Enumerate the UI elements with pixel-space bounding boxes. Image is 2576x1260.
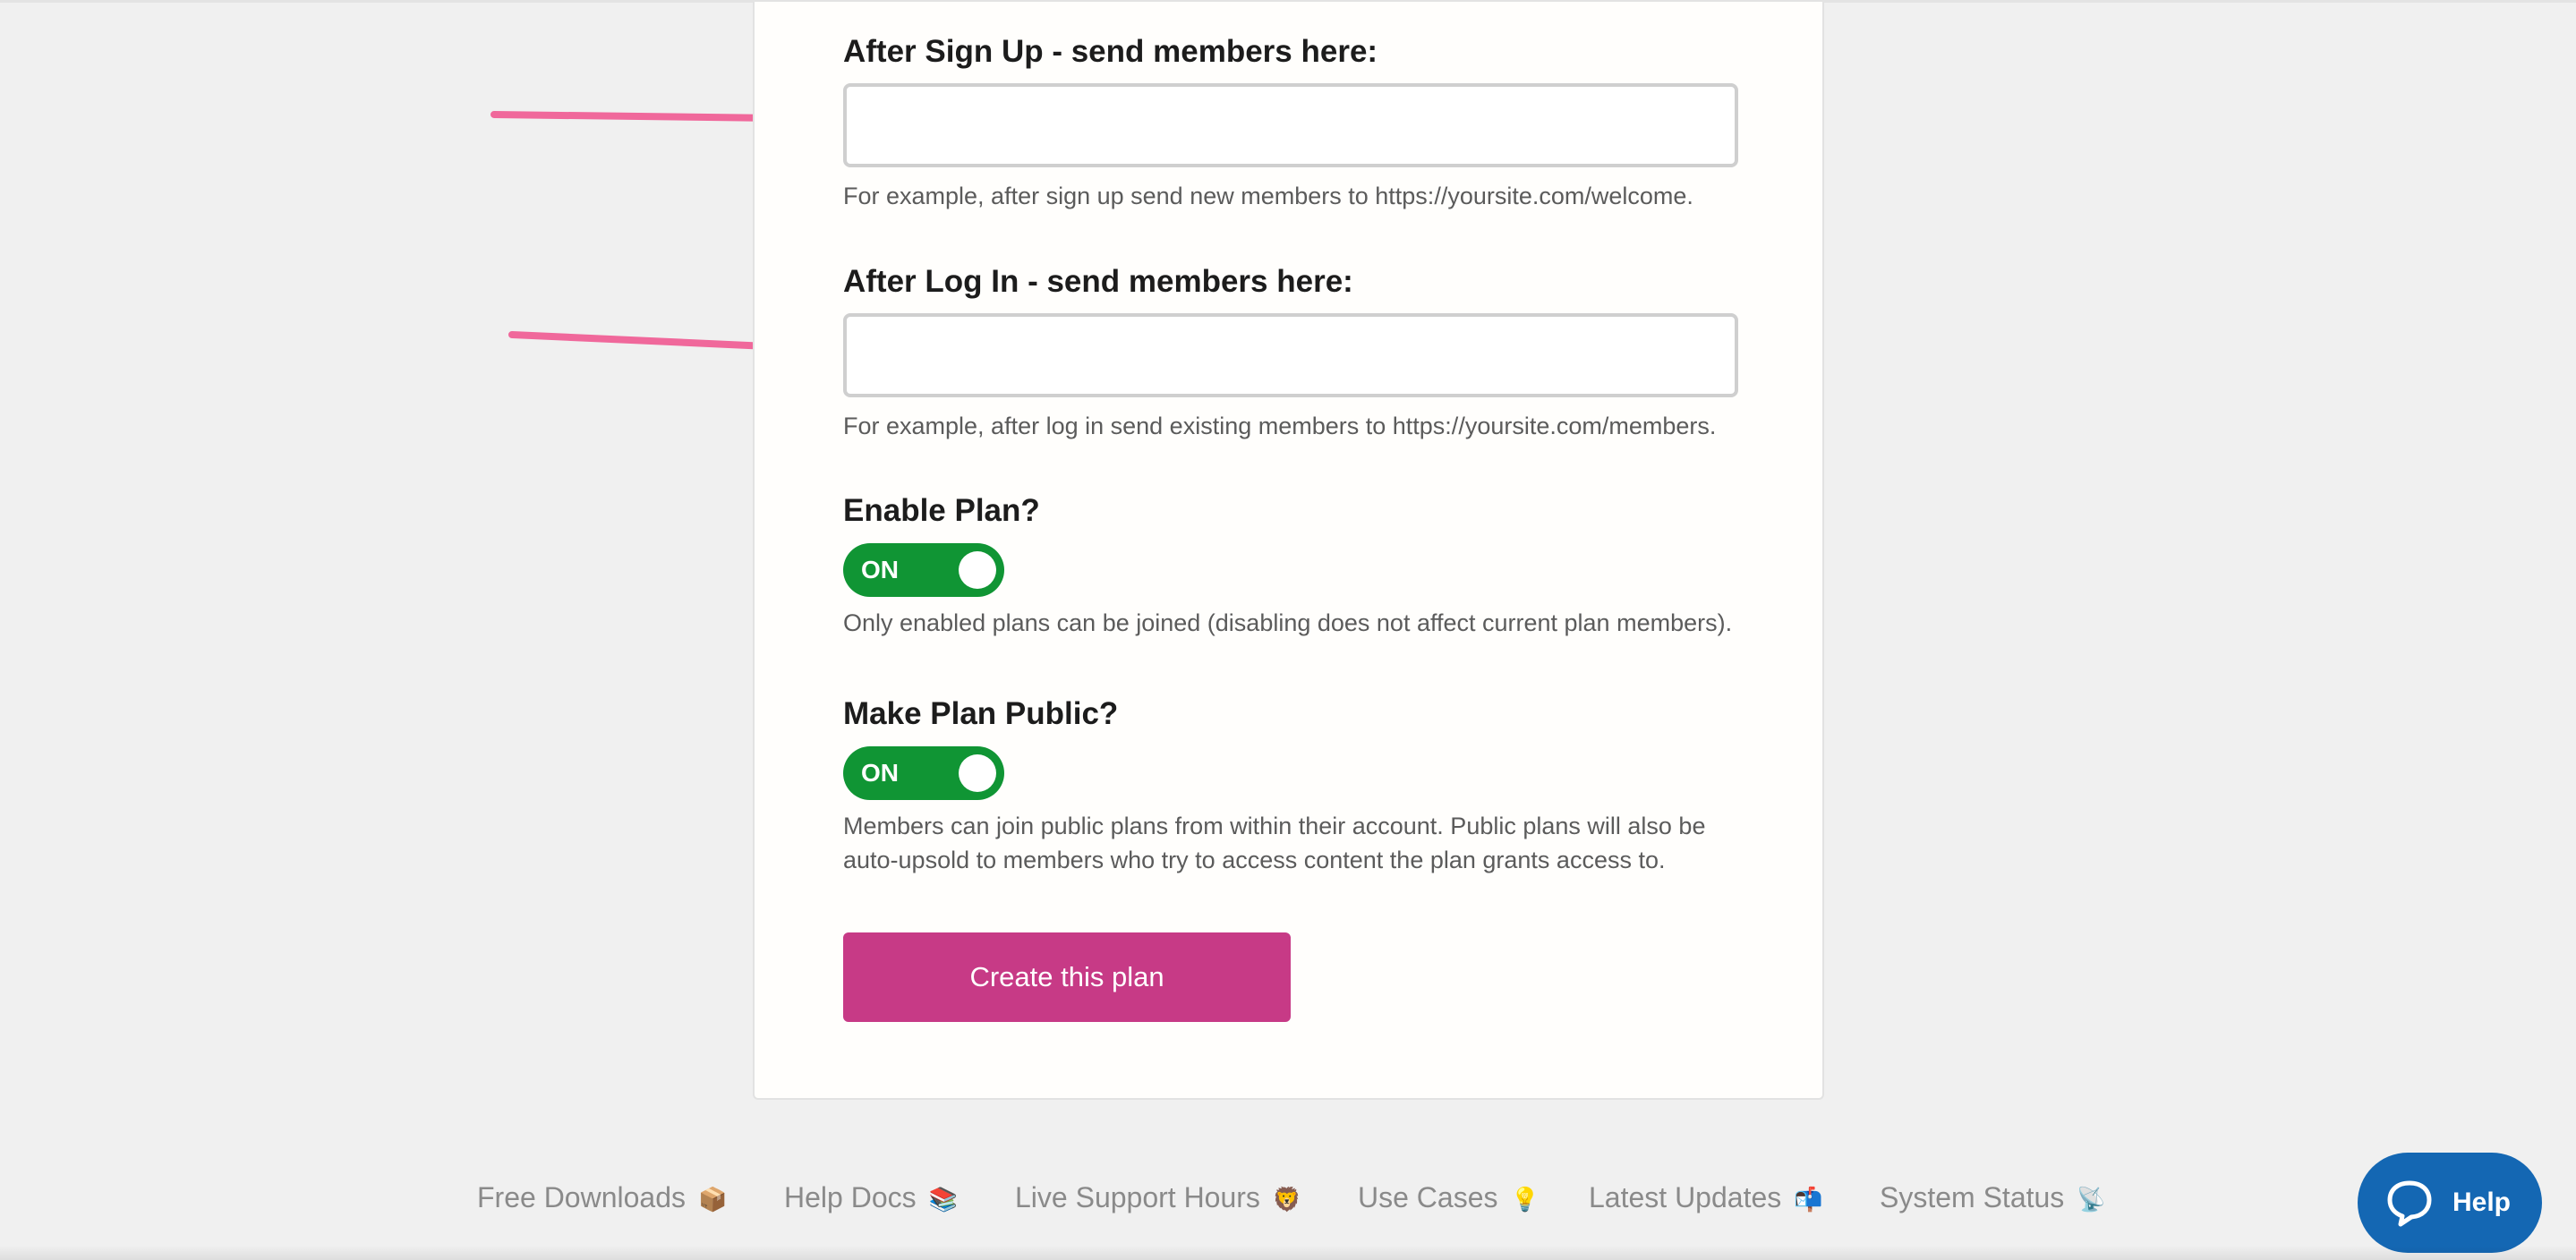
package-icon: 📦 [698, 1186, 728, 1213]
footer-link-help-docs[interactable]: Help Docs 📚 [784, 1181, 958, 1214]
toggle-knob [959, 754, 996, 792]
lightbulb-icon: 💡 [1510, 1186, 1540, 1213]
books-icon: 📚 [928, 1186, 958, 1213]
plan-settings-card: After Sign Up - send members here: For e… [753, 2, 1824, 1100]
help-widget-button[interactable]: Help [2358, 1153, 2542, 1253]
enable-plan-toggle[interactable]: ON [843, 543, 1004, 597]
signup-redirect-label: After Sign Up - send members here: [843, 34, 1378, 69]
create-plan-button[interactable]: Create this plan [843, 932, 1291, 1022]
footer-links: Free Downloads 📦 Help Docs 📚 Live Support … [0, 1181, 2576, 1222]
make-public-help-line1: Members can join public plans from withi… [843, 813, 1706, 839]
footer-link-use-cases[interactable]: Use Cases 💡 [1358, 1181, 1540, 1214]
login-redirect-label: After Log In - send members here: [843, 264, 1353, 299]
enable-plan-label: Enable Plan? [843, 493, 1040, 528]
login-redirect-input[interactable] [843, 313, 1738, 397]
footer-link-latest-updates[interactable]: Latest Updates 📬 [1589, 1181, 1823, 1214]
mailbox-icon: 📬 [1794, 1186, 1823, 1213]
enable-plan-toggle-state: ON [861, 556, 899, 583]
help-widget-label: Help [2452, 1188, 2512, 1217]
satellite-icon: 📡 [2077, 1186, 2106, 1213]
enable-plan-help: Only enabled plans can be joined (disabl… [843, 609, 1733, 636]
signup-redirect-input[interactable] [843, 83, 1738, 167]
toggle-knob [959, 551, 996, 589]
footer-link-system-status[interactable]: System Status 📡 [1880, 1181, 2106, 1214]
footer-link-live-support-hours[interactable]: Live Support Hours 🦁 [1015, 1181, 1301, 1214]
signup-redirect-help: For example, after sign up send new memb… [843, 183, 1693, 209]
bottom-shadow [0, 1246, 2576, 1260]
chat-bubble-icon [2387, 1180, 2432, 1227]
make-public-toggle[interactable]: ON [843, 746, 1004, 800]
make-public-label: Make Plan Public? [843, 696, 1119, 731]
make-public-toggle-state: ON [861, 759, 899, 787]
footer-link-free-downloads[interactable]: Free Downloads 📦 [477, 1181, 727, 1214]
lion-icon: 🦁 [1272, 1186, 1302, 1213]
make-public-help-line2: auto-upsold to members who try to access… [843, 847, 1666, 873]
login-redirect-help: For example, after log in send existing … [843, 413, 1717, 439]
